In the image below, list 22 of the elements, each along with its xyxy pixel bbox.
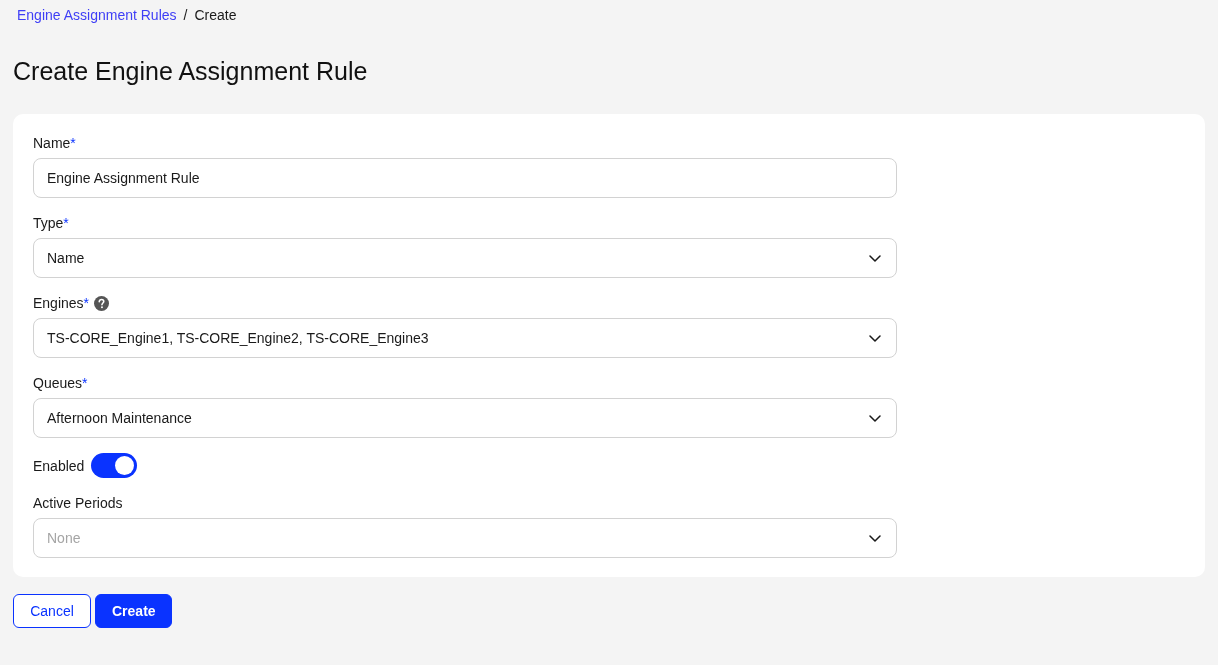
chevron-down-icon [869,254,881,262]
text-input[interactable]: Engine Assignment Rule [33,158,897,198]
select-field[interactable]: TS-CORE_Engine1, TS-CORE_Engine2, TS-CORE_Engine3 [33,318,897,358]
create-button[interactable]: Create [95,594,172,628]
select-field[interactable]: Afternoon Maintenance [33,398,897,438]
field-label: Queues* [33,374,88,393]
field-label: Type* [33,214,69,233]
field-label: Active Periods [33,494,123,513]
chevron-down-icon [869,534,881,542]
field-label: Name* [33,134,76,153]
chevron-down-icon [869,414,881,422]
breadcrumb-separator: / [183,6,188,24]
help-icon[interactable] [94,295,110,311]
field-label: Enabled [33,456,85,476]
breadcrumb-link[interactable]: Engine Assignment Rules [17,6,177,24]
chevron-down-icon [869,334,881,342]
enabled-toggle[interactable] [91,453,138,478]
cancel-button[interactable]: Cancel [13,594,91,628]
breadcrumb-current: Create [194,6,237,24]
page-title: Create Engine Assignment Rule [13,56,369,87]
select-field[interactable]: Name [33,238,897,278]
field-label: Engines* [33,294,90,313]
